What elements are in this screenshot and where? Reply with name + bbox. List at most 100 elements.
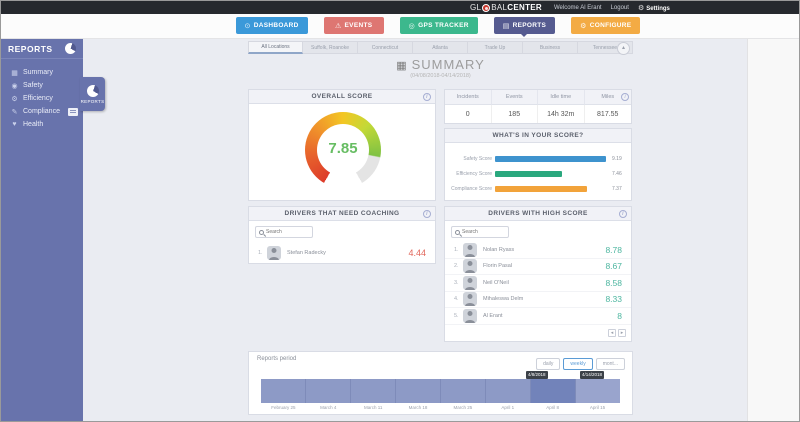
bar-value: 7.37 <box>609 186 627 192</box>
sidebar-toggle-handle[interactable]: REPORTS <box>80 77 105 111</box>
tab-all-locations[interactable]: All Locations <box>248 41 303 54</box>
coaching-search-input[interactable] <box>266 229 309 235</box>
info-icon[interactable] <box>621 93 629 101</box>
timeline-segment-selected[interactable] <box>531 379 576 403</box>
driver-score: 8.67 <box>605 261 622 271</box>
high-score-drivers-panel: DRIVERS WITH HIGH SCORE 1. Nolan Ryass 8… <box>444 206 632 342</box>
driver-row[interactable]: 2. Florin Pasal 8.67 <box>445 259 631 276</box>
timeline-band <box>261 379 620 403</box>
sidebar-item-label: Health <box>23 121 43 128</box>
nav-reports-label: REPORTS <box>513 22 547 29</box>
efficiency-bar <box>495 171 562 177</box>
collapse-button[interactable]: ▴ <box>617 42 630 55</box>
timeline-segment[interactable] <box>441 379 486 403</box>
summary-chart-icon: ▦ <box>10 69 19 77</box>
nav-configure-label: CONFIGURE <box>590 22 632 29</box>
driver-name: Mihaleswa Delm <box>483 296 523 302</box>
warning-icon: ⚠ <box>335 22 342 30</box>
sidebar-item-label: Compliance <box>23 108 60 115</box>
info-icon[interactable] <box>423 93 431 101</box>
settings-link[interactable]: ⚙Settings <box>638 4 670 12</box>
tab-3[interactable]: Atlanta <box>413 41 468 54</box>
top-bar: GL BAL CENTER Welcome Al Erant Logout ⚙S… <box>1 1 799 14</box>
nav-reports-button[interactable]: ▤REPORTS <box>494 17 555 34</box>
summary-chart-icon: ▦ <box>396 60 407 72</box>
sidebar-item-label: Safety <box>23 82 43 89</box>
high-score-rows: 1. Nolan Ryass 8.78 2. Florin Pasal 8.67… <box>445 242 631 325</box>
timeline-segment[interactable] <box>486 379 531 403</box>
pie-chart-icon[interactable] <box>65 43 76 54</box>
timeline-axis: February 25 March 4 March 11 March 18 Ma… <box>261 405 620 410</box>
stat-value-events: 185 <box>492 105 539 123</box>
driver-row[interactable]: 4. Mihaleswa Delm 8.33 <box>445 292 631 309</box>
logout-link[interactable]: Logout <box>611 5 629 11</box>
logo-text-gl: GL <box>470 3 481 12</box>
driver-rank: 5. <box>454 313 463 319</box>
timeline-segment[interactable] <box>306 379 351 403</box>
bar-track <box>495 186 609 192</box>
app-window: GL BAL CENTER Welcome Al Erant Logout ⚙S… <box>0 0 800 422</box>
panel-header: DRIVERS WITH HIGH SCORE <box>445 207 631 221</box>
driver-rank: 1. <box>454 247 463 253</box>
stat-header-miles: Miles <box>585 90 632 105</box>
driver-name: Al Erant <box>483 313 503 319</box>
nav-dashboard-button[interactable]: ⊙DASHBOARD <box>236 17 308 34</box>
stat-header-events: Events <box>492 90 539 105</box>
driver-avatar <box>463 243 477 257</box>
bar-value: 9.19 <box>609 156 627 162</box>
bar-track <box>495 171 609 177</box>
timeline-segment[interactable] <box>396 379 441 403</box>
timeline-segment[interactable] <box>261 379 306 403</box>
panel-title: DRIVERS THAT NEED COACHING <box>284 210 399 217</box>
sidebar-item-compliance[interactable]: ✎Compliance <box>1 105 83 118</box>
tab-5[interactable]: Business <box>523 41 578 54</box>
overall-score-value: 7.85 <box>305 140 381 157</box>
nav-configure-button[interactable]: ⚙CONFIGURE <box>571 17 640 34</box>
panel-title: OVERALL SCORE <box>311 93 372 100</box>
weekly-button[interactable]: weekly <box>563 358 592 370</box>
stat-value-miles: 817.55 <box>585 105 632 123</box>
prev-page-button[interactable] <box>608 329 616 337</box>
driver-row[interactable]: 1. Nolan Ryass 8.78 <box>445 242 631 259</box>
sidebar-item-safety[interactable]: ◉Safety <box>1 79 83 92</box>
monthly-button[interactable]: mont... <box>596 358 625 370</box>
tab-1[interactable]: Suffolk, Roanoke <box>303 41 358 54</box>
driver-name: Neil O'Neil <box>483 280 509 286</box>
driver-row[interactable]: 5. Al Erant 8 <box>445 308 631 325</box>
panel-header: WHAT'S IN YOUR SCORE? <box>445 129 631 143</box>
compliance-bar <box>495 186 587 192</box>
axis-label: March 18 <box>396 405 441 410</box>
score-breakdown-panel: WHAT'S IN YOUR SCORE? Safety Score 9.19 … <box>444 128 632 201</box>
tab-2[interactable]: Connecticut <box>358 41 413 54</box>
location-tabs: All Locations Suffolk, Roanoke Connectic… <box>248 41 633 54</box>
bar-value: 7.46 <box>609 171 627 177</box>
info-icon[interactable] <box>619 210 627 218</box>
search-icon <box>455 230 460 235</box>
axis-label: March 25 <box>441 405 486 410</box>
sidebar-item-efficiency[interactable]: ⚙Efficiency <box>1 92 83 105</box>
sidebar-item-label: Summary <box>23 69 53 76</box>
info-icon[interactable] <box>423 210 431 218</box>
driver-rank: 1. <box>258 250 267 256</box>
daily-button[interactable]: daily <box>536 358 560 370</box>
driver-name: Nolan Ryass <box>483 247 514 253</box>
next-page-button[interactable] <box>618 329 626 337</box>
reports-period-title: Reports period <box>257 356 296 362</box>
timeline-segment[interactable] <box>576 379 620 403</box>
sidebar-item-health[interactable]: ♥Health <box>1 118 83 131</box>
timeline-segment[interactable] <box>351 379 396 403</box>
nav-gps-tracker-button[interactable]: ◎GPS TRACKER <box>400 17 478 34</box>
bar-label: Compliance Score <box>445 186 495 192</box>
coaching-driver-row[interactable]: 1. Stefan Radecky 4.44 <box>249 243 435 263</box>
stat-header-idle-time: Idle time <box>538 90 585 105</box>
bar-row-efficiency: Efficiency Score 7.46 <box>445 166 627 181</box>
overall-score-panel: OVERALL SCORE 7.85 <box>248 89 436 201</box>
stats-grid: Incidents Events Idle time Miles 0 185 1… <box>445 90 631 123</box>
driver-row[interactable]: 3. Neil O'Neil 8.58 <box>445 275 631 292</box>
tab-4[interactable]: Trade Up <box>468 41 523 54</box>
sidebar-item-summary[interactable]: ▦ Summary <box>1 66 83 79</box>
reports-period-panel: Reports period daily weekly mont... 4/8/… <box>248 351 633 415</box>
highscore-search-input[interactable] <box>462 229 505 235</box>
nav-events-button[interactable]: ⚠EVENTS <box>324 17 384 34</box>
panel-header: OVERALL SCORE <box>249 90 435 104</box>
